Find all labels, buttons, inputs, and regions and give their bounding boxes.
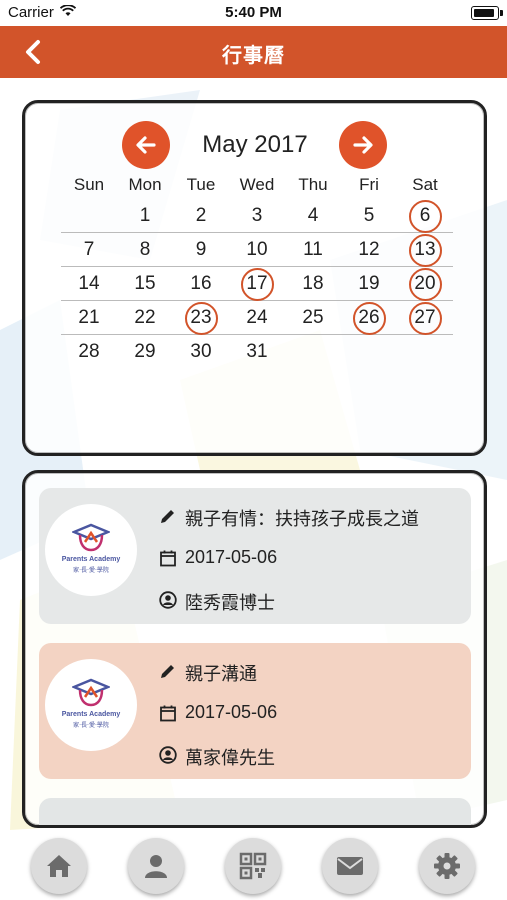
status-bar: Carrier 5:40 PM bbox=[0, 0, 507, 26]
page-title: 行事曆 bbox=[222, 45, 285, 67]
weekday-label: Fri bbox=[359, 175, 379, 194]
calendar-day[interactable]: 28 bbox=[61, 335, 117, 368]
calendar-icon bbox=[160, 550, 176, 567]
prev-month-button[interactable] bbox=[122, 121, 170, 169]
calendar-day[interactable]: 14 bbox=[61, 267, 117, 300]
calendar-day bbox=[285, 335, 341, 368]
weekday-label: Mon bbox=[128, 175, 162, 194]
events-panel: Parents Academy 家‧長‧愛‧學院 親子有情：扶持孩子成長之道 2… bbox=[22, 470, 487, 828]
calendar-day[interactable]: 2 bbox=[173, 199, 229, 232]
logo-text: Parents Academy bbox=[61, 556, 121, 563]
calendar-day[interactable]: 12 bbox=[341, 233, 397, 266]
calendar-icon bbox=[160, 705, 176, 722]
tab-qr-button[interactable] bbox=[225, 838, 281, 894]
arrow-left-icon bbox=[136, 136, 156, 154]
event-card[interactable]: Parents Academy 家‧長‧愛‧學院 親子溝通 2017-05-06 bbox=[39, 643, 471, 779]
calendar-day[interactable]: 7 bbox=[61, 233, 117, 266]
weekday-label: Sat bbox=[412, 175, 438, 194]
status-time: 5:40 PM bbox=[225, 4, 282, 21]
calendar-day[interactable]: 26 bbox=[341, 301, 397, 335]
weekday-label: Sun bbox=[73, 175, 105, 194]
calendar-week-row: 14 15 16 17 18 19 20 bbox=[61, 267, 453, 301]
weekday-label: Tue bbox=[186, 175, 216, 194]
calendar-day[interactable]: 17 bbox=[229, 267, 285, 301]
calendar-day bbox=[341, 335, 397, 368]
month-label: May 2017 bbox=[202, 131, 308, 158]
next-month-button[interactable] bbox=[339, 121, 387, 169]
calendar-day[interactable]: 4 bbox=[285, 199, 341, 232]
tab-profile-button[interactable] bbox=[128, 838, 184, 894]
parents-academy-logo: Parents Academy 家‧長‧愛‧學院 bbox=[45, 504, 137, 596]
mail-icon bbox=[337, 857, 363, 875]
tab-messages-button[interactable] bbox=[322, 838, 378, 894]
logo-text-chinese: 家‧長‧愛‧學院 bbox=[73, 723, 109, 729]
user-circle-icon bbox=[159, 746, 177, 764]
calendar-grid: 1 2 3 4 5 6 7 8 9 10 11 12 13 14 15 16 1… bbox=[61, 199, 453, 368]
nav-bar: 行事曆 bbox=[0, 26, 507, 78]
graduation-cap-icon bbox=[72, 678, 110, 707]
calendar-week-row: 21 22 23 24 25 26 27 bbox=[61, 301, 453, 335]
event-card[interactable] bbox=[39, 798, 471, 825]
tab-settings-button[interactable] bbox=[419, 838, 475, 894]
calendar-day bbox=[397, 335, 453, 368]
calendar-day[interactable]: 22 bbox=[117, 301, 173, 334]
graduation-cap-icon bbox=[72, 523, 110, 552]
tab-bar bbox=[0, 830, 507, 900]
weekday-header: Sun Mon Tue Wed Thu Fri Sat bbox=[61, 175, 453, 197]
user-icon bbox=[145, 855, 167, 878]
calendar-day[interactable]: 18 bbox=[285, 267, 341, 300]
calendar-week-row: 28 29 30 31 bbox=[61, 335, 453, 368]
calendar-day[interactable]: 27 bbox=[397, 301, 453, 335]
qr-code-icon bbox=[239, 852, 267, 880]
calendar-day[interactable]: 15 bbox=[117, 267, 173, 300]
calendar-day[interactable]: 9 bbox=[173, 233, 229, 266]
calendar-day[interactable]: 29 bbox=[117, 335, 173, 368]
pencil-icon bbox=[161, 510, 174, 523]
gear-icon bbox=[434, 853, 460, 879]
calendar-day[interactable]: 1 bbox=[117, 199, 173, 232]
logo-text-chinese: 家‧長‧愛‧學院 bbox=[73, 568, 109, 574]
calendar-panel: May 2017 Sun Mon Tue Wed Thu Fri Sat 1 2… bbox=[22, 100, 487, 456]
weekday-label: Wed bbox=[239, 175, 275, 194]
weekday-label: Thu bbox=[298, 175, 328, 194]
calendar-day[interactable]: 31 bbox=[229, 335, 285, 368]
calendar-day[interactable]: 19 bbox=[341, 267, 397, 300]
calendar-week-row: 1 2 3 4 5 6 bbox=[61, 199, 453, 233]
calendar-day[interactable]: 16 bbox=[173, 267, 229, 300]
calendar-day[interactable]: 6 bbox=[397, 199, 453, 233]
calendar-day[interactable]: 24 bbox=[229, 301, 285, 334]
parents-academy-logo: Parents Academy 家‧長‧愛‧學院 bbox=[45, 659, 137, 751]
calendar-day[interactable]: 3 bbox=[229, 199, 285, 232]
logo-text: Parents Academy bbox=[61, 711, 121, 718]
calendar-day[interactable]: 11 bbox=[285, 233, 341, 266]
month-navigation: May 2017 bbox=[25, 121, 484, 169]
tab-home-button[interactable] bbox=[31, 838, 87, 894]
home-icon bbox=[47, 855, 71, 877]
calendar-day[interactable]: 20 bbox=[397, 267, 453, 301]
calendar-day[interactable]: 23 bbox=[173, 301, 229, 335]
calendar-day[interactable]: 8 bbox=[117, 233, 173, 266]
calendar-week-row: 7 8 9 10 11 12 13 bbox=[61, 233, 453, 267]
calendar-day[interactable]: 21 bbox=[61, 301, 117, 334]
calendar-day bbox=[61, 199, 117, 232]
pencil-icon bbox=[161, 665, 174, 678]
calendar-day[interactable]: 13 bbox=[397, 233, 453, 267]
battery-icon bbox=[471, 6, 503, 20]
user-circle-icon bbox=[159, 591, 177, 609]
event-card[interactable]: Parents Academy 家‧長‧愛‧學院 親子有情：扶持孩子成長之道 2… bbox=[39, 488, 471, 624]
calendar-day[interactable]: 30 bbox=[173, 335, 229, 368]
calendar-day[interactable]: 10 bbox=[229, 233, 285, 266]
calendar-day[interactable]: 25 bbox=[285, 301, 341, 334]
calendar-day[interactable]: 5 bbox=[341, 199, 397, 232]
arrow-right-icon bbox=[353, 136, 373, 154]
